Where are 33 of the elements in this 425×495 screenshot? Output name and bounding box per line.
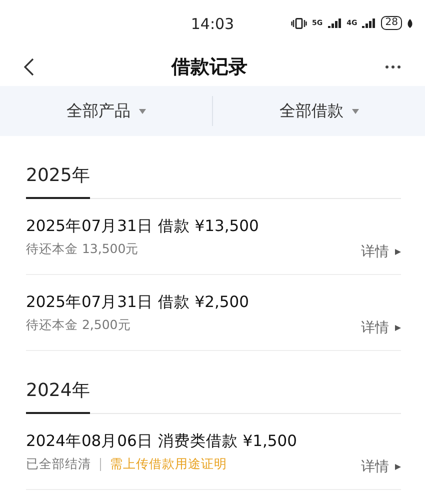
filter-dropdown[interactable]: 全部产品 bbox=[0, 100, 212, 122]
leaf-icon bbox=[407, 18, 413, 28]
battery-level: 28 bbox=[381, 16, 402, 30]
year-heading: 2025年 bbox=[26, 163, 90, 199]
dropdown-icon bbox=[138, 108, 146, 114]
caret-icon bbox=[395, 325, 401, 331]
back-button[interactable] bbox=[22, 56, 36, 78]
caret-icon bbox=[395, 249, 401, 255]
caret-icon bbox=[395, 464, 401, 470]
loan-record[interactable]: 2025年07月31日 借款 ¥2,500 待还本金 2,500元 详情 bbox=[26, 275, 401, 351]
record-status: 待还本金 2,500元 bbox=[26, 316, 131, 334]
details-link[interactable]: 详情 bbox=[361, 243, 401, 261]
details-link[interactable]: 详情 bbox=[361, 458, 401, 476]
more-icon bbox=[385, 65, 401, 69]
record-title: 2025年07月31日 借款 ¥13,500 bbox=[26, 216, 260, 236]
record-status: 已全部结清 bbox=[26, 456, 91, 472]
signal-icon bbox=[328, 18, 342, 28]
vibrate-icon bbox=[291, 18, 308, 28]
loan-record[interactable]: 2025年07月31日 借款 ¥13,500 待还本金 13,500元 详情 bbox=[26, 199, 401, 275]
record-notice: 需上传借款用途证明 bbox=[110, 456, 227, 472]
year-heading: 2024年 bbox=[26, 378, 90, 414]
record-status: 待还本金 13,500元 bbox=[26, 240, 139, 258]
back-icon bbox=[24, 58, 34, 76]
details-link[interactable]: 详情 bbox=[361, 319, 401, 337]
signal-icon bbox=[362, 18, 376, 28]
page-title: 借款记录 bbox=[172, 55, 248, 80]
more-button[interactable] bbox=[383, 63, 403, 71]
filter-dropdown[interactable]: 全部借款 bbox=[213, 100, 425, 122]
status-time: 14:03 bbox=[190, 15, 234, 33]
record-title: 2024年08月06日 消费类借款 ¥1,500 bbox=[26, 430, 298, 452]
loan-record[interactable]: 2024年08月06日 消费类借款 ¥1,500 已全部结清 需上传借款用途证明 详情 bbox=[26, 414, 401, 490]
record-title: 2025年07月31日 借款 ¥2,500 bbox=[26, 292, 250, 312]
dropdown-icon bbox=[352, 108, 358, 114]
